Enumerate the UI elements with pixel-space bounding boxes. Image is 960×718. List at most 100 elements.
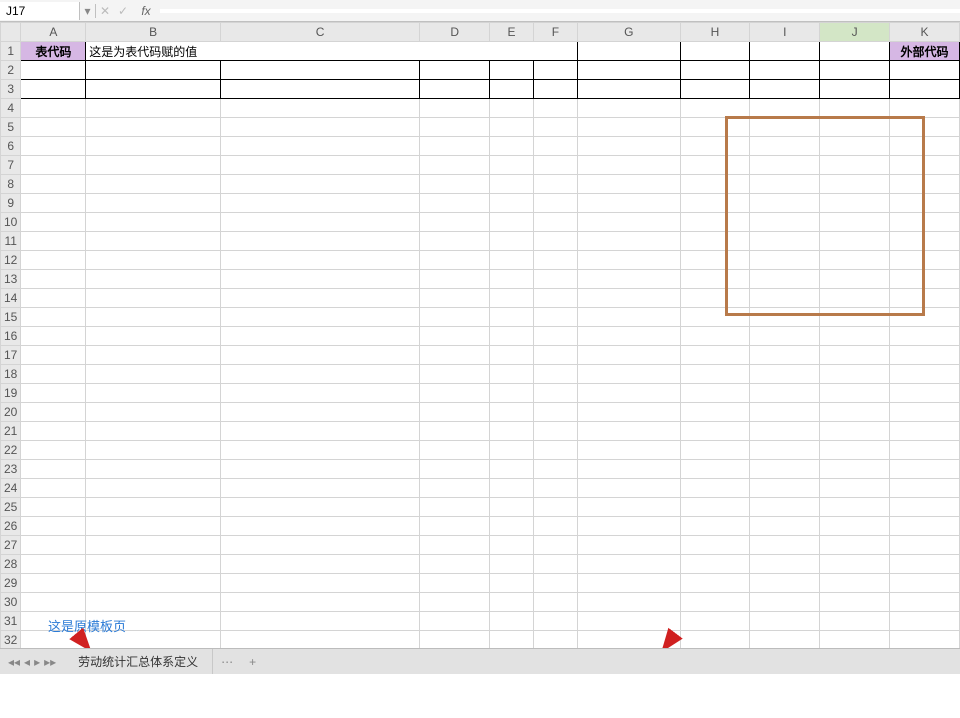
cell-D31[interactable] [420, 612, 490, 631]
cell-K17[interactable] [889, 346, 959, 365]
cell-F15[interactable] [534, 308, 578, 327]
cell-D11[interactable] [420, 232, 490, 251]
cell-C14[interactable] [220, 289, 419, 308]
cell-H24[interactable] [680, 479, 750, 498]
cell-K32[interactable] [889, 631, 959, 650]
row-header-26[interactable]: 26 [1, 517, 21, 536]
cell-E9[interactable] [490, 194, 534, 213]
cell-I4[interactable] [750, 99, 820, 118]
cell-I21[interactable] [750, 422, 820, 441]
cell-E15[interactable] [490, 308, 534, 327]
row-header-6[interactable]: 6 [1, 137, 21, 156]
cell-E3[interactable] [490, 80, 534, 99]
cell-E11[interactable] [490, 232, 534, 251]
cell-H23[interactable] [680, 460, 750, 479]
cell-B23[interactable] [86, 460, 221, 479]
cell-C25[interactable] [220, 498, 419, 517]
cell-C23[interactable] [220, 460, 419, 479]
row-header-10[interactable]: 10 [1, 213, 21, 232]
tab-nav-first-icon[interactable]: ◂◂ [8, 655, 20, 669]
cell-D32[interactable] [420, 631, 490, 650]
cell-F17[interactable] [534, 346, 578, 365]
cell-A8[interactable] [21, 175, 86, 194]
cell-G21[interactable] [577, 422, 680, 441]
cell-E25[interactable] [490, 498, 534, 517]
cell-A4[interactable] [21, 99, 86, 118]
row-header-27[interactable]: 27 [1, 536, 21, 555]
cell-G12[interactable] [577, 251, 680, 270]
cell-E24[interactable] [490, 479, 534, 498]
cell-I28[interactable] [750, 555, 820, 574]
row-header-2[interactable]: 2 [1, 61, 21, 80]
cell-D18[interactable] [420, 365, 490, 384]
cell-A26[interactable] [21, 517, 86, 536]
cell-E26[interactable] [490, 517, 534, 536]
cell-E12[interactable] [490, 251, 534, 270]
cell-I18[interactable] [750, 365, 820, 384]
cell-J20[interactable] [820, 403, 890, 422]
cell-B27[interactable] [86, 536, 221, 555]
cell-G29[interactable] [577, 574, 680, 593]
cell-G15[interactable] [577, 308, 680, 327]
cell-C24[interactable] [220, 479, 419, 498]
cell-A23[interactable] [21, 460, 86, 479]
cell-B22[interactable] [86, 441, 221, 460]
cell-J21[interactable] [820, 422, 890, 441]
cell-D17[interactable] [420, 346, 490, 365]
cell-H29[interactable] [680, 574, 750, 593]
cell-A28[interactable] [21, 555, 86, 574]
cell-I20[interactable] [750, 403, 820, 422]
cell-C26[interactable] [220, 517, 419, 536]
row-header-15[interactable]: 15 [1, 308, 21, 327]
cell-A12[interactable] [21, 251, 86, 270]
cell-A17[interactable] [21, 346, 86, 365]
cell-J19[interactable] [820, 384, 890, 403]
cell-F19[interactable] [534, 384, 578, 403]
cell-H3[interactable] [680, 80, 750, 99]
cell-D4[interactable] [420, 99, 490, 118]
cell-I3[interactable] [750, 80, 820, 99]
cell-D15[interactable] [420, 308, 490, 327]
name-box-dropdown-icon[interactable]: ▾ [80, 4, 96, 18]
cell-F21[interactable] [534, 422, 578, 441]
cell-B26[interactable] [86, 517, 221, 536]
cell-C6[interactable] [220, 137, 419, 156]
cell-A22[interactable] [21, 441, 86, 460]
cell-I31[interactable] [750, 612, 820, 631]
cell-H28[interactable] [680, 555, 750, 574]
cell-G22[interactable] [577, 441, 680, 460]
cell-K28[interactable] [889, 555, 959, 574]
cell-I2[interactable] [750, 61, 820, 80]
cell-G3[interactable] [577, 80, 680, 99]
tab-nav-prev-icon[interactable]: ◂ [24, 655, 30, 669]
cell-E7[interactable] [490, 156, 534, 175]
cell-C21[interactable] [220, 422, 419, 441]
cell-E28[interactable] [490, 555, 534, 574]
cell-G24[interactable] [577, 479, 680, 498]
row-header-22[interactable]: 22 [1, 441, 21, 460]
cell-E30[interactable] [490, 593, 534, 612]
tab-add-icon[interactable]: + [241, 655, 264, 669]
row-header-28[interactable]: 28 [1, 555, 21, 574]
col-header-F[interactable]: F [534, 23, 578, 42]
cell-A19[interactable] [21, 384, 86, 403]
cell-C11[interactable] [220, 232, 419, 251]
cell-B24[interactable] [86, 479, 221, 498]
cell-G7[interactable] [577, 156, 680, 175]
cell-G19[interactable] [577, 384, 680, 403]
col-header-D[interactable]: D [420, 23, 490, 42]
cell-K18[interactable] [889, 365, 959, 384]
cell-I24[interactable] [750, 479, 820, 498]
row-header-12[interactable]: 12 [1, 251, 21, 270]
cell-G23[interactable] [577, 460, 680, 479]
cell-H27[interactable] [680, 536, 750, 555]
cell-J26[interactable] [820, 517, 890, 536]
cell-F5[interactable] [534, 118, 578, 137]
cell-A24[interactable] [21, 479, 86, 498]
cell-A16[interactable] [21, 327, 86, 346]
cell-J27[interactable] [820, 536, 890, 555]
cell-H2[interactable] [680, 61, 750, 80]
cell-F2[interactable] [534, 61, 578, 80]
cell-B19[interactable] [86, 384, 221, 403]
tab-nav-next-icon[interactable]: ▸ [34, 655, 40, 669]
